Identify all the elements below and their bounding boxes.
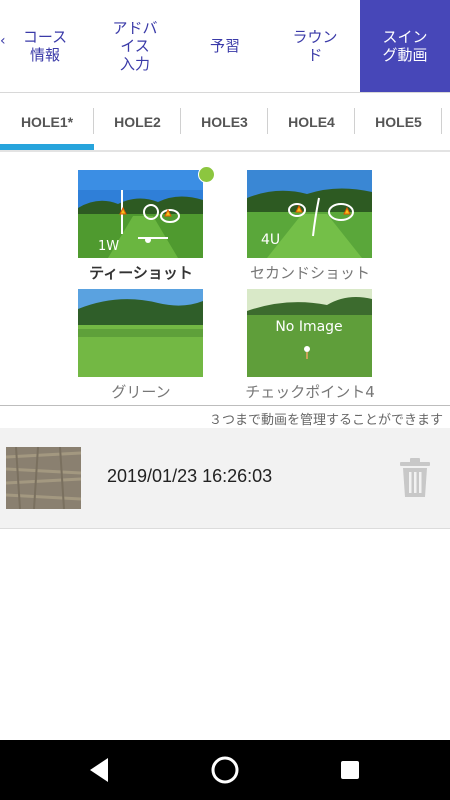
hole-tab-4[interactable]: HOLE4 <box>268 102 355 142</box>
hole-tab-bar: HOLE1* HOLE2 HOLE3 HOLE4 HOLE5 <box>0 102 450 152</box>
back-icon[interactable] <box>84 754 116 786</box>
video-thumbnail <box>6 447 81 509</box>
video-list-item[interactable]: 2019/01/23 16:26:03 <box>0 428 450 529</box>
video-limit-note: ３つまで動画を管理することができます <box>208 413 443 428</box>
shot-thumbnail: 1W <box>78 170 203 258</box>
tab-label: ラウン ド <box>292 28 338 64</box>
tab-label: コース 情報 <box>22 28 68 64</box>
shot-label: セカンドショット <box>249 264 370 282</box>
tab-separator <box>441 108 442 134</box>
fairway-photo: 4U <box>247 170 372 258</box>
hole-tab-1[interactable]: HOLE1* <box>0 102 94 150</box>
green-photo <box>78 289 203 377</box>
tab-course-info[interactable]: ‹ コース 情報 <box>0 0 90 92</box>
hole-tab-2[interactable]: HOLE2 <box>94 102 181 142</box>
tab-label: アドバ イス 入力 <box>112 19 158 73</box>
shot-label: ティーショット <box>89 264 193 282</box>
shot-thumbnail <box>78 289 203 377</box>
system-nav-bar <box>0 740 450 800</box>
trash-icon[interactable] <box>398 458 432 498</box>
shot-thumbnail: No Image <box>247 289 372 377</box>
hole-tab-label: HOLE4 <box>288 114 335 130</box>
tab-swing-video[interactable]: スイン グ動画 <box>360 0 450 92</box>
tab-label: 予習 <box>209 37 240 55</box>
hole-tab-label: HOLE1* <box>20 114 74 130</box>
video-thumbnail-image <box>6 447 81 509</box>
selected-indicator-dot <box>198 166 215 183</box>
club-text: 1W <box>98 239 119 254</box>
fairway-photo: 1W <box>78 170 203 258</box>
shot-label: チェックポイント4 <box>245 383 375 401</box>
shot-thumbnail: 4U <box>247 170 372 258</box>
tab-preview[interactable]: 予習 <box>180 0 270 92</box>
hole-tab-label: HOLE3 <box>201 114 248 130</box>
shot-label: グリーン <box>111 383 171 401</box>
top-tab-bar: ‹ コース 情報 アドバ イス 入力 予習 ラウン ド スイン グ動画 <box>0 0 450 93</box>
no-image-photo: No Image <box>247 289 372 377</box>
video-datetime: 2019/01/23 16:26:03 <box>107 466 273 486</box>
section-divider <box>0 405 450 406</box>
home-icon[interactable] <box>209 754 241 786</box>
no-image-text: No Image <box>275 319 342 335</box>
hole-tab-label: HOLE2 <box>114 114 161 130</box>
club-text: 4U <box>261 232 280 248</box>
recents-icon[interactable] <box>334 754 366 786</box>
tab-label: スイン グ動画 <box>382 28 428 64</box>
scroll-left-icon: ‹ <box>0 33 6 49</box>
tab-round[interactable]: ラウン ド <box>270 0 360 92</box>
tab-baseline <box>0 150 450 152</box>
hole-tab-3[interactable]: HOLE3 <box>181 102 268 142</box>
hole-tab-label: HOLE5 <box>375 114 422 130</box>
hole-tab-5[interactable]: HOLE5 <box>355 102 442 142</box>
tab-advice-input[interactable]: アドバ イス 入力 <box>90 0 180 92</box>
